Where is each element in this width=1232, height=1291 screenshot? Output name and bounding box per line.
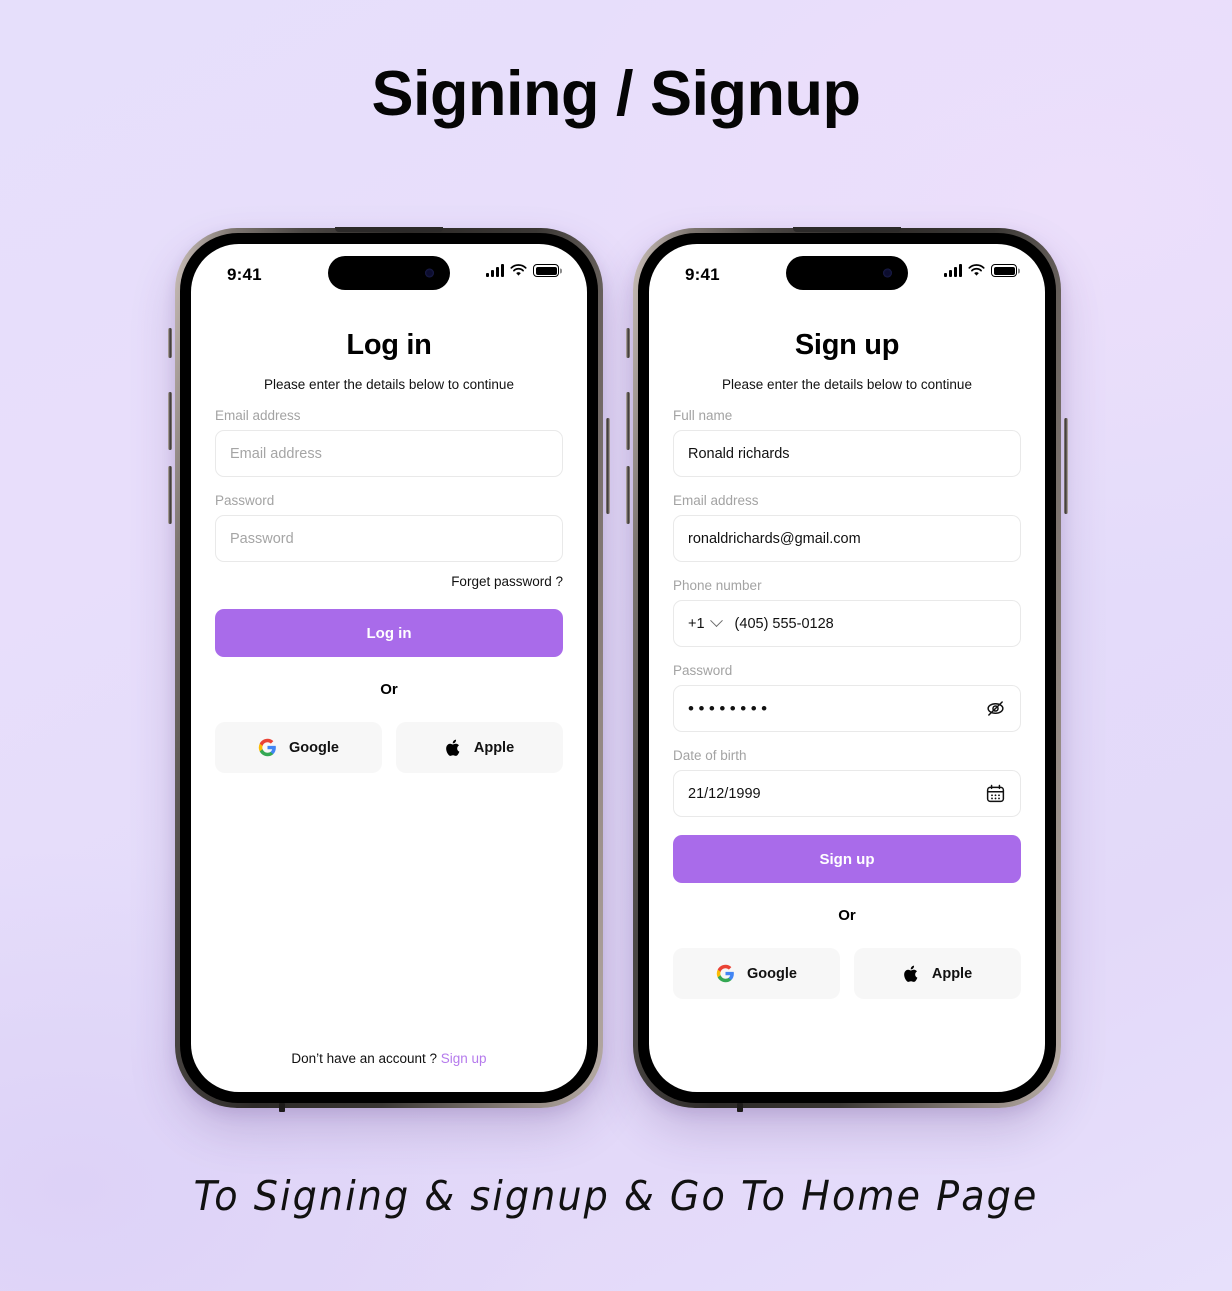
wifi-icon bbox=[968, 264, 985, 276]
status-icons bbox=[486, 264, 559, 277]
chevron-down-icon bbox=[709, 614, 723, 628]
signup-prompt: Don’t have an account ? Sign up bbox=[191, 1051, 587, 1066]
email-field-label: Email address bbox=[215, 408, 301, 423]
phone-bezel: 9:41 Sign up Please enter the details be… bbox=[638, 233, 1056, 1103]
email-input[interactable]: ronaldrichards@gmail.com bbox=[673, 515, 1021, 562]
volume-down-button[interactable] bbox=[626, 466, 630, 524]
fullname-input-value: Ronald richards bbox=[688, 445, 790, 462]
front-camera-icon bbox=[425, 268, 434, 278]
dob-field-label: Date of birth bbox=[673, 748, 747, 763]
email-field-label: Email address bbox=[673, 493, 759, 508]
power-button[interactable] bbox=[1064, 418, 1068, 514]
status-icons bbox=[944, 264, 1017, 277]
phone-mockup-login: 9:41 Log in Please enter the details bel… bbox=[168, 227, 610, 1112]
dob-field-group: Date of birth 21/12/1999 bbox=[673, 748, 1021, 817]
google-icon bbox=[716, 964, 734, 983]
volume-up-button[interactable] bbox=[626, 392, 630, 450]
social-login-row: Google Apple bbox=[215, 722, 563, 773]
apple-icon bbox=[904, 965, 918, 982]
signup-subtitle: Please enter the details below to contin… bbox=[722, 377, 972, 392]
forgot-password-link[interactable]: Forget password ? bbox=[215, 574, 563, 589]
dob-input[interactable]: 21/12/1999 bbox=[673, 770, 1021, 817]
silent-switch-button[interactable] bbox=[168, 328, 172, 358]
page-caption: To Signing & signup & Go To Home Page bbox=[193, 1172, 1039, 1220]
dial-code-value: +1 bbox=[688, 615, 705, 632]
wifi-icon bbox=[510, 264, 527, 276]
status-time: 9:41 bbox=[227, 265, 262, 284]
fullname-input[interactable]: Ronald richards bbox=[673, 430, 1021, 477]
password-field-label: Password bbox=[673, 663, 733, 678]
battery-icon bbox=[991, 264, 1017, 277]
signup-button[interactable]: Sign up bbox=[673, 835, 1021, 883]
status-bar: 9:41 bbox=[191, 244, 587, 300]
login-screen: 9:41 Log in Please enter the details bel… bbox=[191, 244, 587, 1092]
phone-bezel: 9:41 Log in Please enter the details bel… bbox=[180, 233, 598, 1103]
or-divider-signup: Or bbox=[838, 907, 856, 924]
phone-field-label: Phone number bbox=[673, 578, 762, 593]
eye-off-icon[interactable] bbox=[985, 698, 1006, 719]
password-input[interactable]: Password bbox=[215, 515, 563, 562]
power-button[interactable] bbox=[606, 418, 610, 514]
antenna-band bbox=[737, 1103, 743, 1112]
apple-login-button[interactable]: Apple bbox=[396, 722, 563, 773]
signup-title: Sign up bbox=[794, 329, 900, 361]
apple-signup-label: Apple bbox=[931, 965, 973, 982]
password-input-value: •••••••• bbox=[688, 699, 772, 718]
dob-input-value: 21/12/1999 bbox=[688, 785, 761, 802]
apple-icon bbox=[446, 739, 460, 756]
signup-link[interactable]: Sign up bbox=[441, 1051, 487, 1066]
dial-code-select[interactable]: +1 bbox=[688, 614, 723, 632]
silent-switch-button[interactable] bbox=[626, 328, 630, 358]
login-title: Log in bbox=[346, 329, 432, 361]
password-input[interactable]: •••••••• bbox=[673, 685, 1021, 732]
email-input-placeholder: Email address bbox=[230, 445, 322, 462]
phone-input-value: (405) 555-0128 bbox=[734, 615, 834, 632]
or-divider-login: Or bbox=[380, 681, 398, 698]
apple-signup-button[interactable]: Apple bbox=[854, 948, 1021, 999]
earpiece-speaker bbox=[335, 227, 443, 232]
status-bar: 9:41 bbox=[649, 244, 1045, 300]
password-input-placeholder: Password bbox=[230, 530, 294, 547]
calendar-icon[interactable] bbox=[985, 783, 1006, 804]
login-body: Log in Please enter the details below to… bbox=[191, 329, 587, 773]
password-field-group: Password •••••••• bbox=[673, 663, 1021, 732]
google-signup-button[interactable]: Google bbox=[673, 948, 840, 999]
cellular-signal-icon bbox=[944, 264, 962, 277]
google-signup-label: Google bbox=[747, 965, 797, 982]
signup-screen: 9:41 Sign up Please enter the details be… bbox=[649, 244, 1045, 1092]
password-field-label: Password bbox=[215, 493, 275, 508]
fullname-field-group: Full name Ronald richards bbox=[673, 408, 1021, 477]
phone-field-group: Phone number +1 (405) 555-0128 bbox=[673, 578, 1021, 647]
status-time: 9:41 bbox=[685, 265, 720, 284]
antenna-band bbox=[279, 1103, 285, 1112]
login-button[interactable]: Log in bbox=[215, 609, 563, 657]
google-icon bbox=[258, 738, 276, 757]
fullname-field-label: Full name bbox=[673, 408, 733, 423]
google-login-label: Google bbox=[289, 739, 339, 756]
front-camera-icon bbox=[883, 268, 892, 278]
phone-mockup-signup: 9:41 Sign up Please enter the details be… bbox=[626, 227, 1068, 1112]
password-field-group: Password Password bbox=[215, 493, 563, 562]
login-subtitle: Please enter the details below to contin… bbox=[264, 377, 514, 392]
earpiece-speaker bbox=[793, 227, 901, 232]
email-field-group: Email address Email address bbox=[215, 408, 563, 477]
apple-login-label: Apple bbox=[473, 739, 515, 756]
email-input-value: ronaldrichards@gmail.com bbox=[688, 530, 861, 547]
page-title: Signing / Signup bbox=[371, 59, 861, 129]
dynamic-island bbox=[786, 256, 908, 290]
dynamic-island bbox=[328, 256, 450, 290]
google-login-button[interactable]: Google bbox=[215, 722, 382, 773]
signup-body: Sign up Please enter the details below t… bbox=[649, 329, 1045, 999]
phone-input[interactable]: +1 (405) 555-0128 bbox=[673, 600, 1021, 647]
volume-down-button[interactable] bbox=[168, 466, 172, 524]
email-input[interactable]: Email address bbox=[215, 430, 563, 477]
volume-up-button[interactable] bbox=[168, 392, 172, 450]
social-signup-row: Google Apple bbox=[673, 948, 1021, 999]
email-field-group: Email address ronaldrichards@gmail.com bbox=[673, 493, 1021, 562]
cellular-signal-icon bbox=[486, 264, 504, 277]
signup-prompt-text: Don’t have an account ? bbox=[291, 1051, 438, 1066]
battery-icon bbox=[533, 264, 559, 277]
